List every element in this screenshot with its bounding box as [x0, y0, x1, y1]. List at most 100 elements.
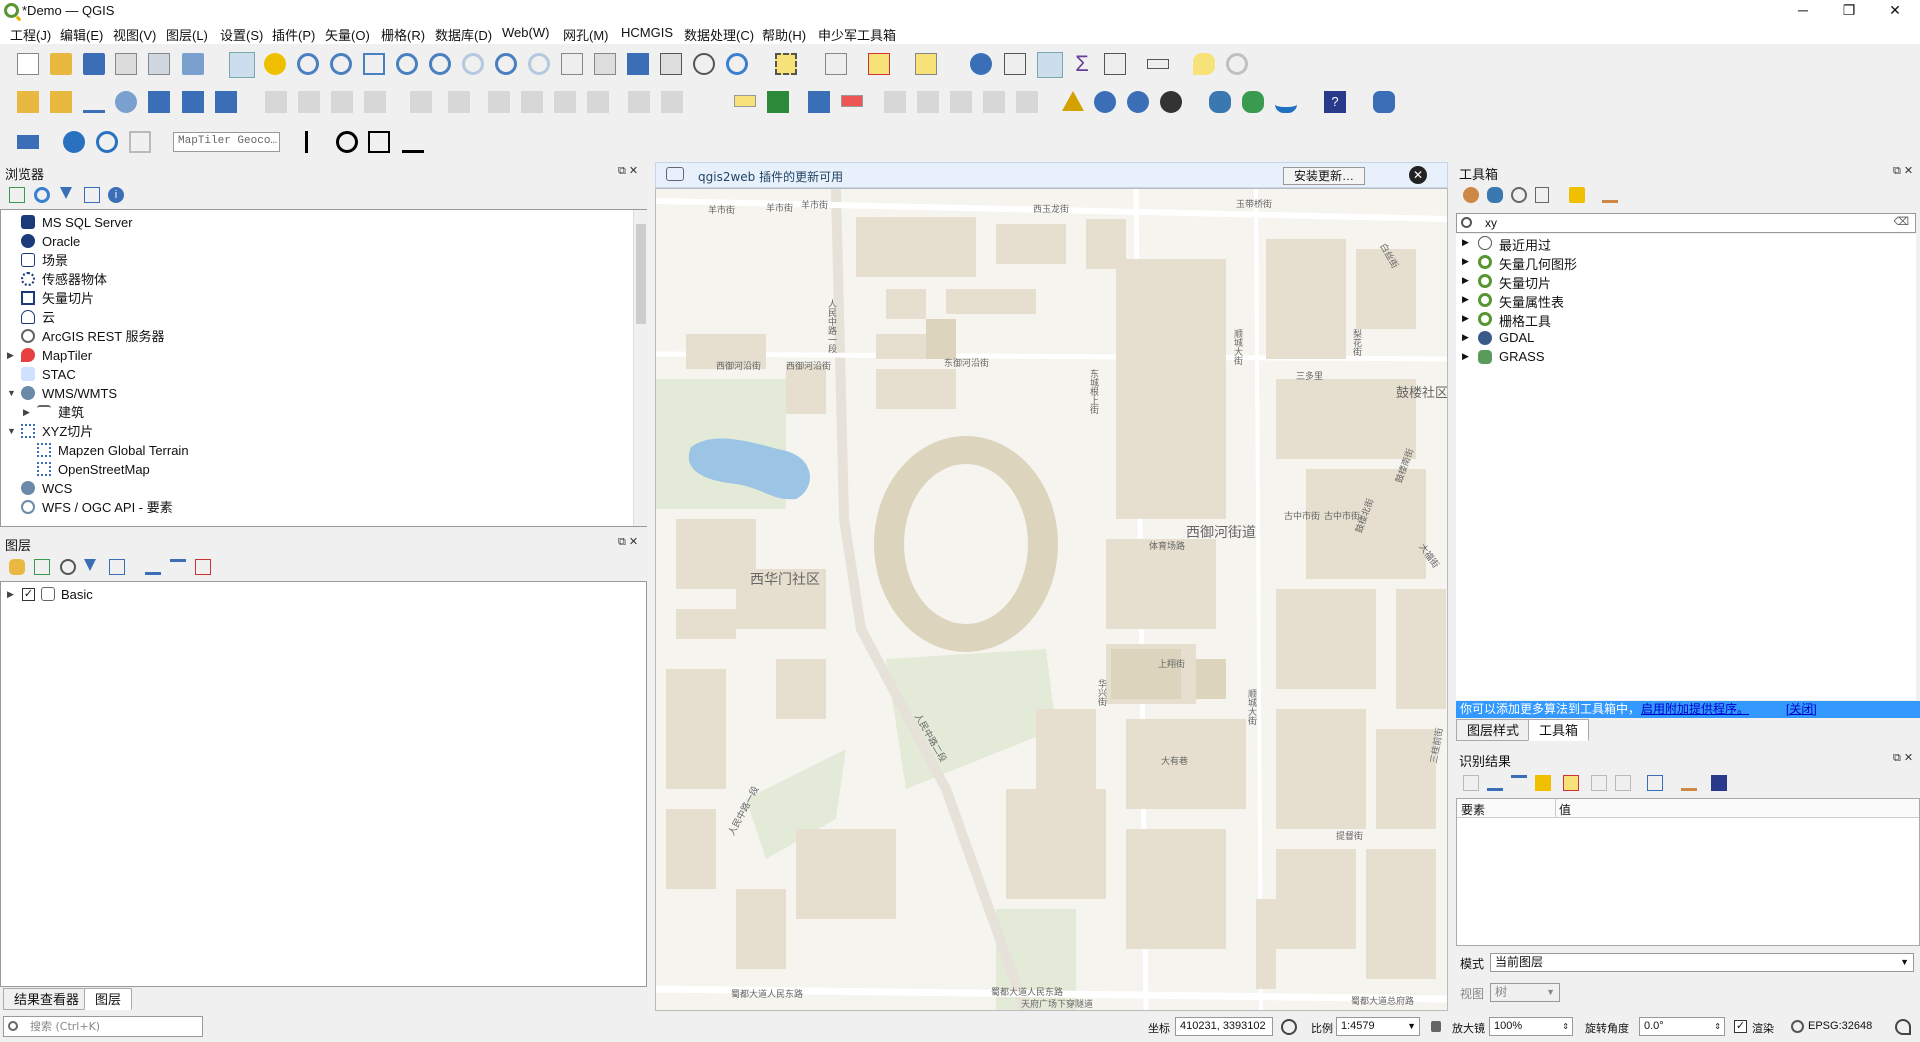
mode-select[interactable]: 当前图层 ▼ — [1490, 953, 1914, 972]
plugin-manager-icon[interactable] — [1373, 91, 1395, 113]
zoom-selection-icon[interactable] — [396, 53, 418, 75]
clear-results-icon[interactable] — [1563, 775, 1579, 791]
properties-info-icon[interactable]: i — [108, 187, 124, 203]
collapse-arrow-icon[interactable]: ▼ — [7, 422, 16, 441]
save-edits-icon[interactable] — [331, 91, 353, 113]
attribute-table-icon[interactable] — [1004, 53, 1026, 75]
add-selected-icon[interactable] — [9, 187, 25, 203]
delete-selected-icon[interactable] — [488, 91, 510, 113]
globe-xyz-icon[interactable] — [1127, 91, 1149, 113]
move-label-icon[interactable] — [917, 91, 939, 113]
messages-icon[interactable] — [1895, 1019, 1911, 1035]
toolbox-item-vector-tiles[interactable]: ▶ 矢量切片 — [1456, 272, 1896, 291]
label-tool-icon[interactable] — [734, 95, 756, 107]
tab-results-viewer[interactable]: 结果查看器 — [3, 988, 91, 1010]
toggle-editing-icon[interactable] — [298, 91, 320, 113]
enable-providers-link[interactable]: 启用附加提供程序。 — [1641, 701, 1749, 718]
help-icon[interactable]: ? — [1324, 91, 1346, 113]
menu-database[interactable]: 数据库(D) — [435, 25, 492, 44]
expand-arrow-icon[interactable]: ▶ — [1462, 351, 1469, 362]
expand-arrow-icon[interactable]: ▶ — [7, 346, 14, 365]
browser-item-building[interactable]: ▶ 建筑 — [1, 403, 631, 422]
copy-icon[interactable] — [554, 91, 576, 113]
menu-mesh[interactable]: 网孔(M) — [563, 25, 609, 44]
expand-arrow-icon[interactable]: ▶ — [23, 403, 30, 422]
target-icon[interactable] — [336, 131, 358, 153]
copy-results-icon[interactable] — [1591, 775, 1607, 791]
browser-item-maptiler[interactable]: ▶ MapTiler — [1, 346, 631, 365]
anchor-icon[interactable] — [402, 131, 424, 153]
globe-wms-icon[interactable] — [1094, 91, 1116, 113]
scale-field[interactable]: 1:4579 ▼ — [1336, 1017, 1420, 1036]
rotate-label-icon[interactable] — [950, 91, 972, 113]
menu-hcmgis[interactable]: HCMGIS — [621, 25, 673, 40]
add-raster-icon[interactable] — [50, 91, 72, 113]
spinner-icon[interactable]: ⇕ — [1714, 1018, 1721, 1035]
menu-settings[interactable]: 设置(S) — [220, 25, 263, 44]
toolbox-item-recent[interactable]: ▶ 最近用过 — [1456, 234, 1896, 253]
expand-arrow-icon[interactable]: ▶ — [1462, 313, 1469, 324]
minimize-button[interactable]: ─ — [1780, 0, 1826, 22]
pan-icon[interactable] — [229, 52, 255, 78]
results-viewer-icon[interactable] — [1535, 187, 1549, 203]
expand-new-results-icon[interactable] — [1535, 775, 1551, 791]
browser-scrollbar[interactable] — [633, 210, 647, 526]
expand-arrow-icon[interactable]: ▶ — [1462, 332, 1469, 343]
add-wms-icon[interactable] — [148, 91, 170, 113]
toolbox-item-gdal[interactable]: ▶ GDAL — [1456, 329, 1896, 348]
browser-item-cloud[interactable]: 云 — [1, 308, 631, 327]
print-layout-icon[interactable] — [148, 53, 170, 75]
copy-feature-icon[interactable] — [1463, 775, 1479, 791]
statistics-sigma-icon[interactable]: Σ — [1071, 53, 1093, 75]
select-by-value-icon[interactable] — [825, 53, 847, 75]
current-edits-icon[interactable] — [265, 91, 287, 113]
menu-help[interactable]: 帮助(H) — [762, 25, 806, 44]
fullscreen-icon[interactable] — [129, 131, 151, 153]
select-features-icon[interactable] — [775, 53, 797, 75]
deselect-icon[interactable] — [868, 53, 890, 75]
open-project-icon[interactable] — [50, 53, 72, 75]
processing-toolbox-icon[interactable] — [1037, 52, 1063, 78]
browser-item-oracle[interactable]: Oracle — [1, 232, 631, 251]
measure-icon[interactable] — [1147, 59, 1169, 69]
expand-arrow-icon[interactable]: ▶ — [1462, 256, 1469, 267]
browser-item-xyz[interactable]: ▼ XYZ切片 — [1, 422, 631, 441]
collapse-tree-icon[interactable] — [1511, 775, 1527, 791]
browser-item-mapzen[interactable]: Mapzen Global Terrain — [1, 441, 631, 460]
crs-button[interactable]: EPSG:32648 — [1808, 1020, 1872, 1032]
add-delimited-text-icon[interactable] — [83, 91, 105, 113]
new-project-icon[interactable] — [17, 53, 39, 75]
spinner-icon[interactable]: ⇕ — [1562, 1018, 1569, 1035]
rotation-field[interactable]: 0.0° ⇕ — [1639, 1017, 1725, 1036]
identify-help-icon[interactable] — [1711, 775, 1727, 791]
browser-item-arcgis[interactable]: ArcGIS REST 服务器 — [1, 327, 631, 346]
tab-layer-styling[interactable]: 图层样式 — [1456, 719, 1531, 741]
browser-item-vector-tiles[interactable]: 矢量切片 — [1, 289, 631, 308]
paste-icon[interactable] — [587, 91, 609, 113]
diagram-icon[interactable] — [767, 91, 789, 113]
identify-icon[interactable] — [970, 53, 992, 75]
menu-toolbox-custom[interactable]: 申少军工具箱 — [818, 25, 896, 44]
georeferencer-icon[interactable] — [1062, 91, 1084, 111]
menu-processing[interactable]: 数据处理(C) — [684, 25, 754, 44]
map-frame-icon[interactable] — [368, 131, 390, 153]
models-icon[interactable] — [1463, 187, 1479, 203]
globe-tiles-icon[interactable] — [1160, 91, 1182, 113]
browser-item-osm[interactable]: OpenStreetMap — [1, 460, 631, 479]
menu-edit[interactable]: 编辑(E) — [60, 25, 103, 44]
tab-toolbox[interactable]: 工具箱 — [1528, 719, 1590, 741]
toggle-extents-icon[interactable] — [1281, 1019, 1297, 1035]
close-window-button[interactable]: ✕ — [1872, 0, 1918, 22]
layers-dock-controls[interactable]: ⧉ ✕ — [618, 535, 638, 549]
layer-labeling-icon[interactable] — [808, 91, 830, 113]
pan-to-selection-icon[interactable] — [264, 53, 286, 75]
zoom-layer-icon[interactable] — [429, 53, 451, 75]
scripts-icon[interactable] — [1487, 187, 1503, 203]
select-location-icon[interactable] — [915, 53, 937, 75]
expand-arrow-icon[interactable]: ▶ — [1462, 275, 1469, 286]
filter-icon[interactable] — [60, 187, 72, 199]
view-select[interactable]: 树 ▼ — [1490, 983, 1560, 1002]
toolbox-item-raster-tools[interactable]: ▶ 栅格工具 — [1456, 310, 1896, 329]
collapse-arrow-icon[interactable]: ▼ — [7, 384, 16, 403]
vertex-tool-icon[interactable] — [410, 91, 432, 113]
